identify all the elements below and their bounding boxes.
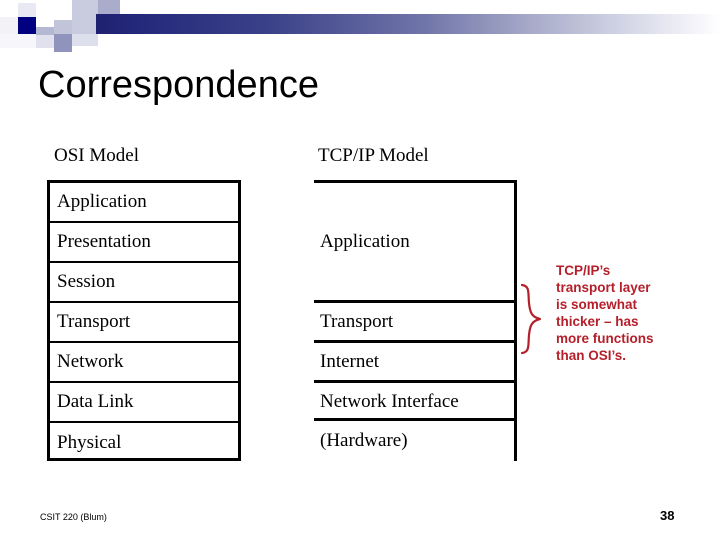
osi-layer-row: Presentation (50, 223, 238, 263)
tcpip-column-heading: TCP/IP Model (318, 145, 429, 166)
tcpip-layer-label: Application (320, 230, 410, 252)
decorative-square (72, 34, 98, 46)
osi-layer-label: Data Link (57, 391, 134, 412)
tcpip-layer-label: Transport (320, 310, 394, 332)
tcpip-layer-label: Network Interface (320, 390, 459, 412)
decorative-square (72, 17, 98, 34)
osi-layer-label: Physical (57, 432, 122, 453)
blue-gradient-bar (96, 14, 720, 34)
osi-layer-row: Physical (50, 423, 238, 463)
osi-layer-label: Network (57, 351, 124, 372)
decorative-square (18, 17, 36, 34)
tcpip-layer-row: Internet (314, 340, 514, 380)
osi-layer-label: Application (57, 191, 147, 212)
annotation-line: than OSI’s. (556, 348, 627, 363)
annotation-note: TCP/IP’s transport layer is somewhat thi… (556, 262, 706, 364)
page-title: Correspondence (38, 64, 319, 106)
osi-layer-row: Network (50, 343, 238, 383)
osi-layer-label: Presentation (57, 231, 151, 252)
decorative-square (18, 3, 36, 17)
decorative-square (72, 0, 98, 17)
osi-column-heading: OSI Model (54, 145, 139, 166)
tcpip-layer-row: Transport (314, 300, 514, 340)
osi-layer-row: Data Link (50, 383, 238, 423)
annotation-line: more functions (556, 331, 654, 346)
osi-layer-label: Session (57, 271, 116, 292)
osi-layer-row: Transport (50, 303, 238, 343)
tcpip-layer-row: Application (314, 180, 514, 300)
annotation-line: TCP/IP’s (556, 263, 611, 278)
annotation-line: transport layer (556, 280, 651, 295)
decorative-header-band (0, 0, 720, 52)
right-curly-brace-icon (518, 283, 544, 355)
page-number: 38 (660, 508, 675, 523)
decorative-square (0, 17, 18, 34)
decorative-square (36, 3, 54, 17)
osi-layer-row: Application (50, 183, 238, 223)
tcpip-layer-row: Network Interface (314, 380, 514, 420)
osi-layer-row: Session (50, 263, 238, 303)
osi-model-stack: Application Presentation Session Transpo… (47, 180, 241, 461)
tcpip-hardware-note: (Hardware) (314, 421, 517, 461)
decorative-square (54, 20, 72, 34)
annotation-line: thicker – has (556, 314, 639, 329)
osi-layer-label: Transport (57, 311, 131, 332)
decorative-square (36, 27, 54, 35)
decorative-square (54, 34, 72, 52)
tcpip-layer-label: Internet (320, 350, 380, 372)
tcpip-hardware-label: (Hardware) (320, 430, 408, 451)
decorative-square (0, 34, 36, 48)
footer-credit: CSIT 220 (Blum) (40, 512, 107, 522)
decorative-square (36, 34, 54, 48)
annotation-line: is somewhat (556, 297, 638, 312)
